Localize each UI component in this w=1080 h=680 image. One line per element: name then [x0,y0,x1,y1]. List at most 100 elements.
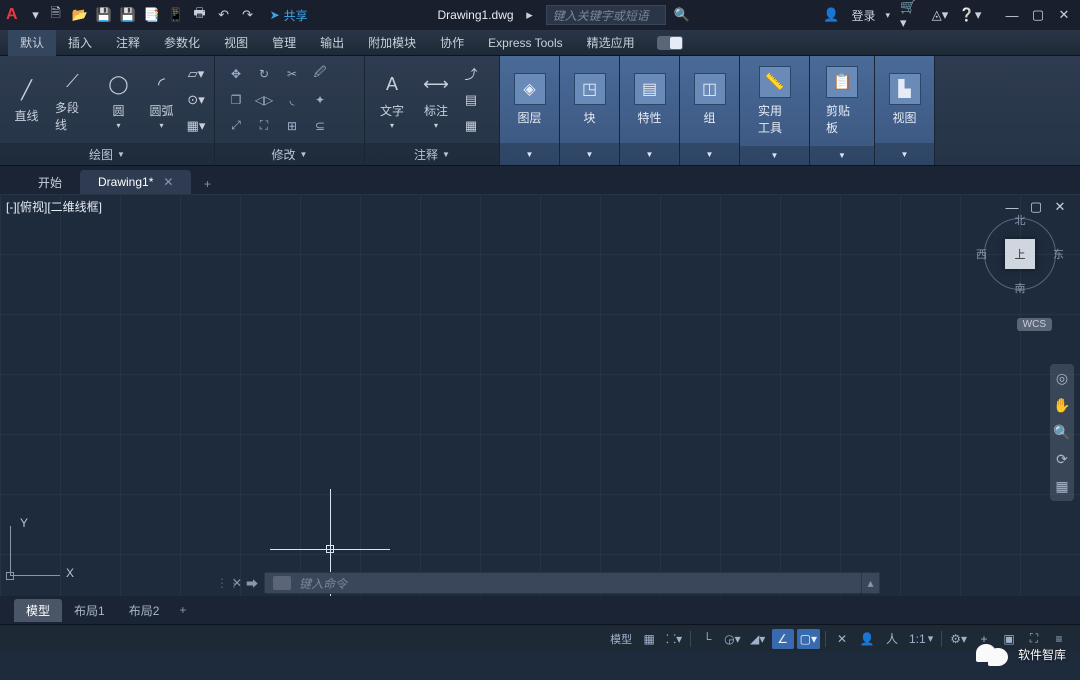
undo-icon[interactable]: ↶ [214,5,234,25]
saveas-icon[interactable]: 💾 [118,5,138,25]
util-button[interactable]: 📏实用工具 [748,60,801,142]
status-lwt-icon[interactable]: ✕ [831,629,853,649]
wcs-badge[interactable]: WCS [1017,318,1052,331]
login-label[interactable]: 登录 [851,7,875,24]
viewcube-south[interactable]: 南 [1015,280,1026,296]
ribbon-tab-collab[interactable]: 协作 [428,30,476,56]
status-anno-icon[interactable]: 人 [881,629,903,649]
close-button[interactable]: ✕ [1054,6,1074,24]
status-grid-icon[interactable]: ▦ [638,629,660,649]
field-icon[interactable]: ▦ [461,116,481,136]
stretch-icon[interactable]: ⤢ [223,114,249,138]
title-dropdown-icon[interactable]: ▸ [520,5,540,25]
close-tab-icon[interactable]: ✕ [163,175,173,189]
autodesk-icon[interactable]: ◬▾ [930,5,950,25]
minimize-button[interactable]: — [1002,6,1022,24]
share-button[interactable]: ➤ 共享 [270,7,308,24]
status-scale-button[interactable]: 1:1▾ [906,629,936,649]
viewcube-east[interactable]: 东 [1053,246,1064,262]
zoom-icon[interactable]: 🔍 [1053,424,1070,441]
status-polar-icon[interactable]: ◶▾ [721,629,744,649]
file-tab-drawing[interactable]: Drawing1*✕ [80,170,191,194]
leader-icon[interactable]: ⤴ [461,64,481,84]
ribbon-tab-featured[interactable]: 精选应用 [575,30,647,56]
erase-icon[interactable]: 🖉 [307,62,333,86]
viewcube[interactable]: 北 南 西 东 上 [980,214,1060,294]
ribbon-tab-manage[interactable]: 管理 [260,30,308,56]
copy-icon[interactable]: ❐ [223,88,249,112]
showmotion-icon[interactable]: ▦ [1055,478,1068,495]
panel-modify-label[interactable]: 修改▼ [215,143,364,165]
redo-icon[interactable]: ↷ [238,5,258,25]
line-button[interactable]: ╱直线 [8,73,45,126]
layout-tab-2[interactable]: 布局2 [117,599,172,622]
ribbon-tab-view[interactable]: 视图 [212,30,260,56]
viewcube-north[interactable]: 北 [1015,212,1026,228]
layout-add-button[interactable]: + [171,600,194,620]
help-icon[interactable]: ❔▾ [960,5,980,25]
clip-button[interactable]: 📋剪贴板 [816,60,868,142]
pan-icon[interactable]: ✋ [1053,397,1070,414]
wheel-icon[interactable]: ◎ [1056,370,1068,387]
panel-layer-expand[interactable]: ▼ [500,143,559,165]
open-icon[interactable]: 📂 [70,5,90,25]
status-snap-icon[interactable]: ⸬▾ [663,629,685,649]
panel-util-expand[interactable]: ▼ [740,146,809,165]
arc-button[interactable]: ◜圆弧▾ [143,68,180,132]
props-button[interactable]: ▤特性 [624,67,676,132]
table-icon[interactable]: ▤ [461,90,481,110]
cmd-history-icon[interactable]: ⮕ [246,575,258,592]
orbit-icon[interactable]: ⟳ [1056,451,1068,468]
cmd-close-icon[interactable]: ✕ [232,576,242,590]
ribbon-toggle-switch[interactable] [657,36,683,50]
search-input[interactable]: 键入关键字或短语 [546,5,666,25]
app-menu-dropdown[interactable]: ▾ [26,5,46,25]
hatch-icon[interactable]: ▦▾ [186,116,206,136]
text-button[interactable]: A文字▾ [373,68,411,132]
mirror-icon[interactable]: ◁▷ [251,88,277,112]
scale-icon[interactable]: ⛶ [251,114,277,138]
status-ortho-icon[interactable]: └ [696,629,718,649]
panel-block-expand[interactable]: ▼ [560,143,619,165]
panel-props-expand[interactable]: ▼ [620,143,679,165]
panel-group-expand[interactable]: ▼ [680,143,739,165]
group-button[interactable]: ◫组 [684,67,736,132]
panel-annotate-label[interactable]: 注释▼ [365,143,499,165]
block-button[interactable]: ◳块 [564,67,616,132]
command-input[interactable]: 键入命令 [264,572,862,594]
layer-button[interactable]: ◈图层 [504,67,556,132]
polyline-button[interactable]: ⟋多段线 [51,65,94,135]
user-icon[interactable]: 👤 [821,5,841,25]
status-model-button[interactable]: 模型 [607,629,635,649]
plot-icon[interactable]: 🖶 [190,5,210,25]
ellipse-icon[interactable]: ⊙▾ [186,90,206,110]
ribbon-tab-output[interactable]: 输出 [308,30,356,56]
viewcube-west[interactable]: 西 [976,246,987,262]
ribbon-tab-addins[interactable]: 附加模块 [356,30,428,56]
trim-icon[interactable]: ✂ [279,62,305,86]
explode-icon[interactable]: ✦ [307,88,333,112]
mobile-icon[interactable]: 📱 [166,5,186,25]
dim-button[interactable]: ⟷标注▾ [417,68,455,132]
status-osnap-icon[interactable]: ∠ [772,629,794,649]
viewr-button[interactable]: ▙视图 [879,67,931,132]
new-icon[interactable]: 🗎 [46,5,66,25]
file-tab-start[interactable]: 开始 [20,170,80,194]
panel-draw-label[interactable]: 绘图▼ [0,143,214,165]
fillet-icon[interactable]: ◟ [279,88,305,112]
status-otrack-icon[interactable]: ▢▾ [797,629,820,649]
drawing-viewport[interactable]: [-][俯视][二维线框] — ▢ ✕ 北 南 西 东 上 WCS ◎ ✋ 🔍 … [0,194,1080,624]
ribbon-tab-default[interactable]: 默认 [8,30,56,56]
viewport-label[interactable]: [-][俯视][二维线框] [6,198,102,215]
cart-icon[interactable]: 🛒▾ [900,5,920,25]
status-iso-icon[interactable]: ◢▾ [747,629,769,649]
status-ws-icon[interactable]: ⚙▾ [947,629,970,649]
cmd-dropdown-icon[interactable]: ▴ [862,572,880,594]
panel-clip-expand[interactable]: ▼ [810,146,874,165]
rect-icon[interactable]: ▱▾ [186,64,206,84]
array-icon[interactable]: ⊞ [279,114,305,138]
move-icon[interactable]: ✥ [223,62,249,86]
panel-viewr-expand[interactable]: ▼ [875,143,934,165]
maximize-button[interactable]: ▢ [1028,6,1048,24]
circle-button[interactable]: ◯圆▾ [100,68,137,132]
